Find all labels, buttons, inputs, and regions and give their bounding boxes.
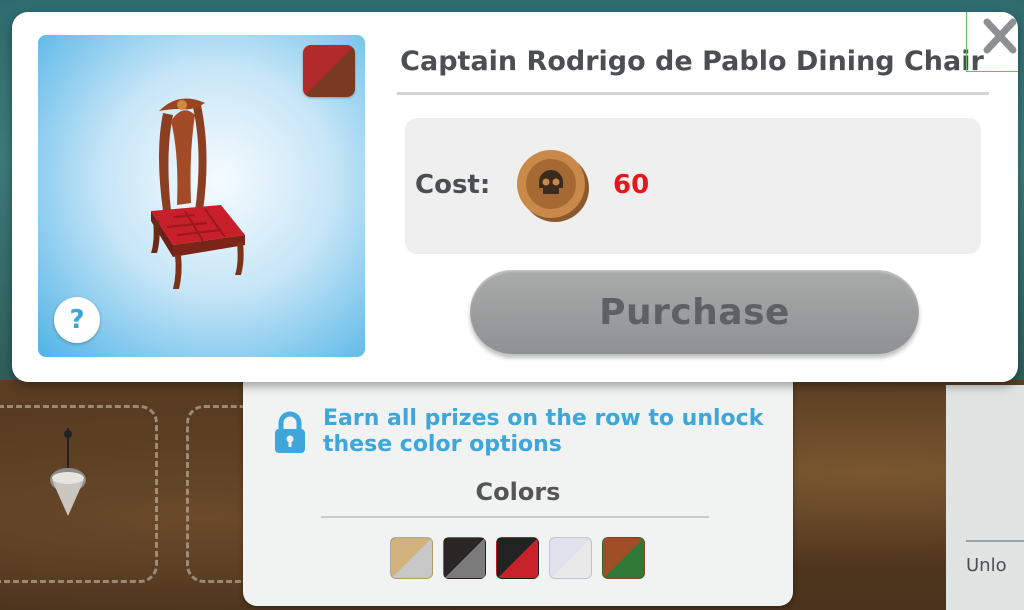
placement-slot[interactable]: [186, 405, 246, 583]
colors-panel: Earn all prizes on the row to unlock the…: [243, 370, 793, 606]
help-button[interactable]: ?: [54, 297, 100, 343]
side-panel-peek: Unlo: [946, 385, 1024, 610]
color-swatch-tan[interactable]: [390, 537, 433, 579]
color-swatch-green[interactable]: [602, 537, 645, 579]
close-icon: [983, 18, 1017, 54]
skull-coin-icon: [517, 150, 589, 222]
cost-label: Cost:: [415, 170, 491, 200]
colors-divider: [321, 516, 709, 518]
purchase-button[interactable]: Purchase: [470, 270, 919, 354]
locked-colors-message: Earn all prizes on the row to unlock the…: [273, 406, 783, 458]
close-button[interactable]: [966, 12, 1018, 72]
item-preview: ?: [38, 35, 365, 357]
title-divider: [397, 92, 989, 95]
lamp-icon: [50, 428, 86, 516]
selected-color-swatch[interactable]: [303, 45, 355, 97]
color-swatch-list: [390, 537, 645, 579]
color-swatch-red[interactable]: [496, 537, 539, 579]
side-panel-divider: [966, 540, 1024, 542]
color-swatch-black[interactable]: [443, 537, 486, 579]
lock-icon: [275, 411, 305, 453]
item-title: Captain Rodrigo de Pablo Dining Chair: [400, 46, 984, 77]
colors-heading: Colors: [475, 478, 561, 506]
cost-value: 60: [613, 170, 650, 200]
side-panel-unlock-text: Unlo: [966, 555, 1007, 576]
cost-box: Cost: 60: [405, 118, 981, 254]
dining-chair-image: [151, 98, 245, 289]
color-swatch-white[interactable]: [549, 537, 592, 579]
item-purchase-modal: ? Captain Rodrigo de Pablo Dining Chair …: [12, 12, 1018, 382]
lock-message-text: Earn all prizes on the row to unlock the…: [323, 406, 764, 457]
